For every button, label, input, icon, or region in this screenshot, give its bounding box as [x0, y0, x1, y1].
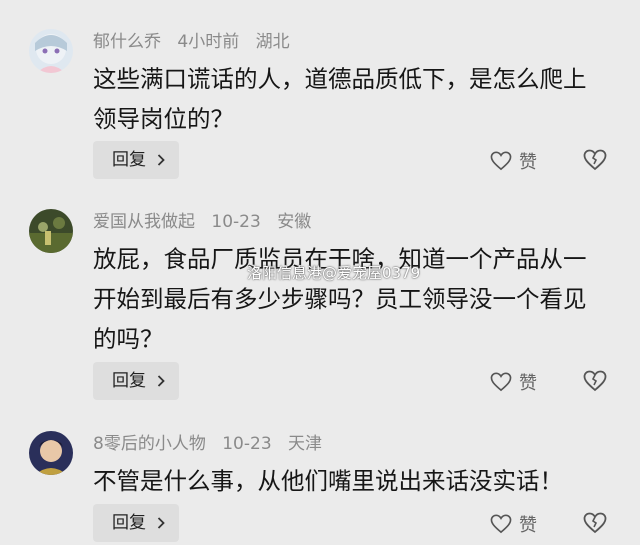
- location: 湖北: [255, 32, 290, 52]
- reply-button[interactable]: 回复: [93, 141, 179, 179]
- heart-outline-icon: [490, 514, 512, 534]
- like-label: 赞: [519, 515, 537, 536]
- timestamp: 10-23: [211, 212, 261, 232]
- comment-meta: 郁什么乔 4小时前 湖北: [93, 31, 301, 53]
- comment-text: 不管是什么事，从他们嘴里说出来话没实话！: [93, 467, 563, 495]
- comment-text: 放屁，食品厂质监员在干啥，知道一个产品从一开始到最后有多少步骤吗？员工领导没一个…: [93, 245, 587, 353]
- username[interactable]: 8零后的小人物: [93, 434, 206, 454]
- comment-meta: 8零后的小人物 10-23 天津: [93, 433, 333, 455]
- comment-item: 8零后的小人物 10-23 天津 不管是什么事，从他们嘴里说出来话没实话！ 回复…: [0, 431, 640, 545]
- broken-heart-icon[interactable]: [583, 369, 607, 393]
- username[interactable]: 爱国从我做起: [93, 212, 195, 232]
- broken-heart-icon[interactable]: [583, 511, 607, 535]
- comment-item: 郁什么乔 4小时前 湖北 这些满口谎话的人，道德品质低下，是怎么爬上领导岗位的？…: [0, 29, 640, 189]
- reply-label: 回复: [112, 371, 146, 391]
- like-label: 赞: [519, 152, 537, 173]
- chevron-right-icon: [157, 517, 165, 529]
- broken-heart-icon[interactable]: [583, 148, 607, 172]
- location: 安徽: [277, 212, 312, 232]
- user-avatar[interactable]: [29, 209, 73, 253]
- like-button[interactable]: 赞: [490, 149, 537, 173]
- reply-label: 回复: [112, 150, 146, 170]
- comment-text: 这些满口谎话的人，道德品质低下，是怎么爬上领导岗位的？: [93, 65, 587, 133]
- chevron-right-icon: [157, 375, 165, 387]
- comment-meta: 爱国从我做起 10-23 安徽: [93, 211, 322, 233]
- reply-label: 回复: [112, 513, 146, 533]
- timestamp: 10-23: [222, 434, 272, 454]
- heart-outline-icon: [490, 151, 512, 171]
- timestamp: 4小时前: [177, 32, 240, 52]
- like-button[interactable]: 赞: [490, 370, 537, 394]
- like-label: 赞: [519, 373, 537, 394]
- watermark: 洛阳信息港@爱宠屋0379: [247, 264, 421, 282]
- user-avatar[interactable]: [29, 431, 73, 475]
- chevron-right-icon: [157, 154, 165, 166]
- heart-outline-icon: [490, 372, 512, 392]
- location: 天津: [288, 434, 323, 454]
- comment-item: 爱国从我做起 10-23 安徽 放屁，食品厂质监员在干啥，知道一个产品从一开始到…: [0, 209, 640, 409]
- user-avatar[interactable]: [29, 29, 73, 73]
- like-button[interactable]: 赞: [490, 512, 537, 536]
- username[interactable]: 郁什么乔: [93, 32, 161, 52]
- reply-button[interactable]: 回复: [93, 362, 179, 400]
- reply-button[interactable]: 回复: [93, 504, 179, 542]
